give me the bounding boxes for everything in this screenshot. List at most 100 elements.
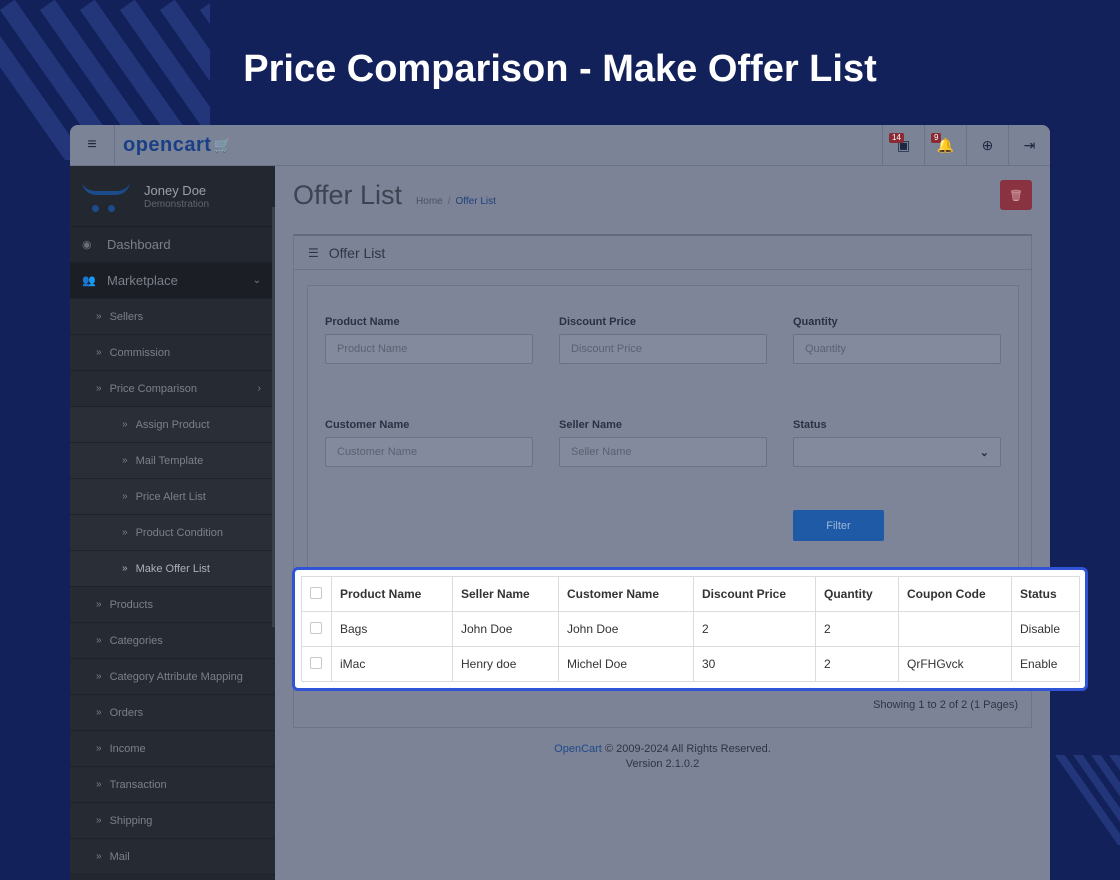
select-all-checkbox[interactable] (310, 586, 322, 599)
sidebar-item-label: Product Condition (135, 526, 224, 539)
discount-price-input[interactable]: Discount Price (559, 334, 767, 364)
double-chevron-icon: » (122, 563, 128, 574)
sidebar-item-products[interactable]: » Products (70, 587, 275, 623)
customer-name-filter: Customer Name Customer Name (325, 419, 533, 467)
sidebar-item-mail[interactable]: » Mail (70, 839, 275, 875)
table-header-row: Product Name Seller Name Customer Name D… (301, 576, 1080, 612)
pagination-summary: Showing 1 to 2 of 2 (1 Pages) (873, 699, 1018, 711)
sidebar-item-mail-template[interactable]: » Mail Template (70, 443, 275, 479)
sidebar-item-price-comparison[interactable]: » Price Comparison › (70, 371, 275, 407)
status-select[interactable]: ⌄ (793, 437, 1001, 467)
filter-button[interactable]: Filter (793, 510, 884, 541)
sidebar-item-label: Dashboard (107, 237, 171, 252)
trash-icon: 🗑 (1009, 189, 1023, 202)
sidebar-item-label: Transaction (109, 778, 167, 791)
sidebar-item-label: Mail Template (135, 454, 204, 467)
logout-icon: ⇥ (1023, 137, 1036, 153)
offer-table: Product Name Seller Name Customer Name D… (301, 576, 1080, 682)
sidebar-item-label: Commission (109, 346, 171, 359)
sidebar-item-income[interactable]: » Income (70, 731, 275, 767)
double-chevron-icon: » (96, 671, 102, 682)
quantity-input[interactable]: Quantity (793, 334, 1001, 364)
sidebar-item-label: Price Comparison (109, 382, 197, 395)
coupon-cell: QrFHGvck (898, 646, 1012, 682)
sidebar-item-product-condition[interactable]: » Product Condition (70, 515, 275, 551)
sidebar-item-category-attribute-mapping[interactable]: » Category Attribute Mapping (70, 659, 275, 695)
field-label: Quantity (793, 316, 838, 328)
column-header[interactable]: Product Name (331, 576, 453, 612)
double-chevron-icon: » (96, 851, 102, 862)
sidebar-item-label: Orders (109, 706, 144, 719)
sidebar-item-marketplace[interactable]: 👥 Marketplace ⌄ (70, 263, 275, 299)
double-chevron-icon: » (96, 599, 102, 610)
stores-button[interactable]: 14 ▣ (882, 125, 924, 166)
cart-logo-icon: 🛒 (213, 136, 232, 153)
customer-cell: Michel Doe (558, 646, 694, 682)
sidebar-item-label: Assign Product (135, 418, 210, 431)
quantity-filter: Quantity Quantity (793, 316, 1001, 364)
column-header[interactable]: Customer Name (558, 576, 694, 612)
sidebar-item-transaction[interactable]: » Transaction (70, 767, 275, 803)
sidebar-item-sellers[interactable]: » Sellers (70, 299, 275, 335)
row-checkbox[interactable] (310, 621, 322, 634)
sidebar-item-label: Income (109, 742, 146, 755)
double-chevron-icon: » (96, 383, 102, 394)
profile-name: Joney Doe (144, 182, 207, 198)
menu-icon: ≡ (87, 136, 97, 153)
column-header[interactable]: Coupon Code (898, 576, 1012, 612)
sidebar-item-assign-product[interactable]: » Assign Product (70, 407, 275, 443)
breadcrumb-separator: / (447, 196, 451, 207)
alerts-button[interactable]: 9 🔔 (924, 125, 966, 166)
help-button[interactable]: ⊕ (966, 125, 1008, 166)
sidebar-item-commission[interactable]: » Commission (70, 335, 275, 371)
double-chevron-icon: » (96, 347, 102, 358)
discount-price-filter: Discount Price Discount Price (559, 316, 767, 364)
breadcrumb-current[interactable]: Offer List (456, 196, 496, 207)
table-row: Bags John Doe John Doe 2 2 Disable (301, 611, 1080, 647)
row-select-cell (301, 611, 332, 647)
status-cell: Disable (1011, 611, 1080, 647)
field-label: Seller Name (559, 419, 622, 431)
user-profile[interactable]: Joney Doe Demonstration (70, 166, 275, 227)
double-chevron-icon: » (122, 419, 128, 430)
sidebar-item-shipping[interactable]: » Shipping (70, 803, 275, 839)
sidebar-item-categories[interactable]: » Categories (70, 623, 275, 659)
seller-cell: John Doe (452, 611, 559, 647)
logout-button[interactable]: ⇥ (1008, 125, 1050, 166)
sidebar-item-label: Mail (109, 850, 130, 863)
seller-name-input[interactable]: Seller Name (559, 437, 767, 467)
sidebar-item-label: Categories (109, 634, 163, 647)
customer-name-input[interactable]: Customer Name (325, 437, 533, 467)
delete-button[interactable]: 🗑 (1000, 180, 1032, 210)
opencart-link[interactable]: OpenCart (554, 743, 602, 755)
menu-toggle-button[interactable]: ≡ (70, 125, 115, 166)
column-header[interactable]: Seller Name (452, 576, 559, 612)
column-header[interactable]: Status (1011, 576, 1080, 612)
version-text: Version 2.1.0.2 (625, 758, 700, 770)
field-label: Status (793, 419, 827, 431)
double-chevron-icon: » (122, 527, 128, 538)
price-cell: 30 (693, 646, 816, 682)
sidebar-item-label: Sellers (109, 310, 144, 323)
hero-title: Price Comparison - Make Offer List (243, 48, 877, 90)
sidebar-item-price-alert-list[interactable]: » Price Alert List (70, 479, 275, 515)
column-header[interactable]: Discount Price (693, 576, 816, 612)
breadcrumb-home[interactable]: Home (416, 196, 443, 207)
status-filter: Status ⌄ (793, 419, 1001, 467)
product-name-filter: Product Name Product Name (325, 316, 533, 364)
decorative-stripes-right (1045, 755, 1120, 845)
sidebar-item-dashboard[interactable]: ◉ Dashboard (70, 227, 275, 263)
stores-badge: 14 (889, 133, 904, 143)
row-select-cell (301, 646, 332, 682)
row-checkbox[interactable] (310, 656, 322, 669)
sidebar-item-make-offer-list[interactable]: » Make Offer List (70, 551, 275, 587)
panel-title: Offer List (328, 244, 386, 261)
opencart-logo[interactable]: opencart 🛒 (123, 134, 231, 157)
top-bar: ≡ opencart 🛒 14 ▣ 9 🔔 ⊕ ⇥ (70, 125, 1050, 166)
sidebar-item-orders[interactable]: » Orders (70, 695, 275, 731)
sidebar-item-label: Marketplace (107, 273, 178, 288)
column-header[interactable]: Quantity (815, 576, 899, 612)
product-name-input[interactable]: Product Name (325, 334, 533, 364)
quantity-cell: 2 (815, 611, 899, 647)
table-row: iMac Henry doe Michel Doe 30 2 QrFHGvck … (301, 646, 1080, 682)
